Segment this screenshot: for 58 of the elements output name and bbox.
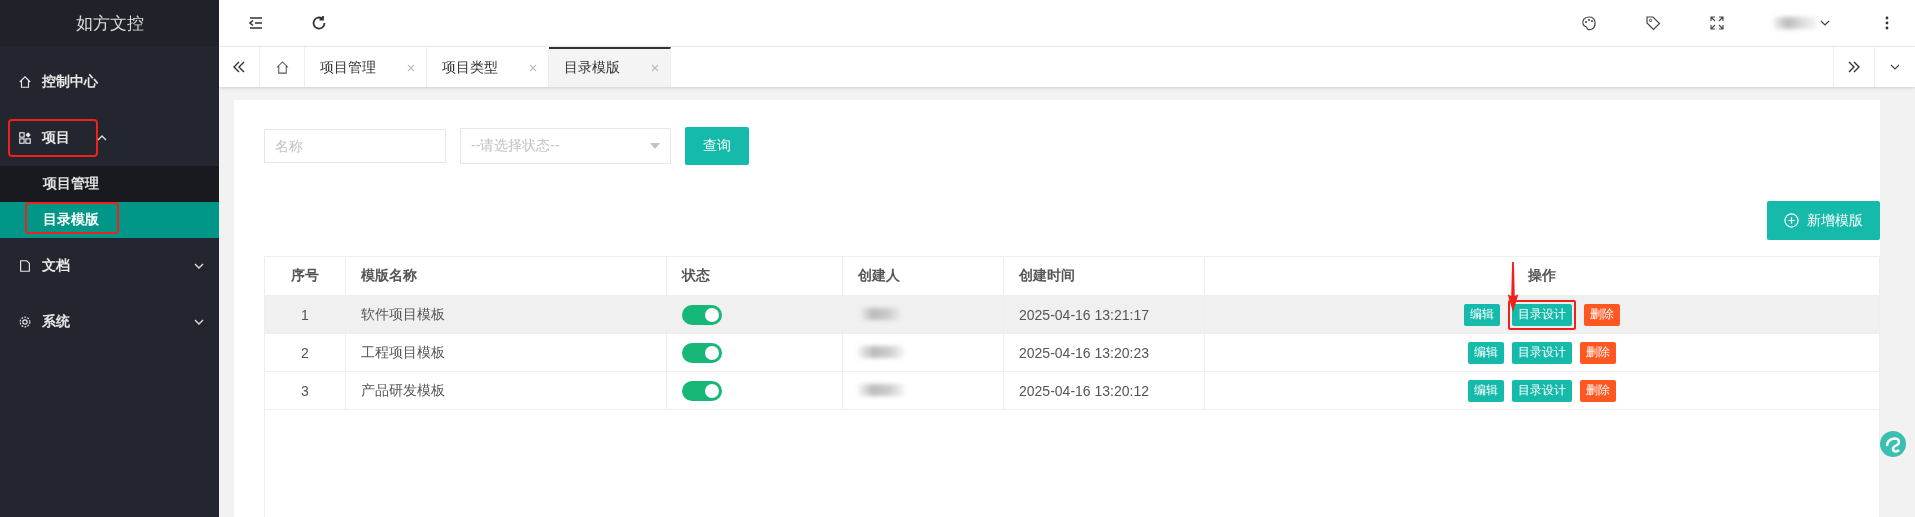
table-cell: 产品研发模板 bbox=[345, 371, 667, 410]
app-title: 如方文控 bbox=[75, 12, 144, 35]
design-button[interactable]: 目录设计 bbox=[1512, 341, 1572, 364]
sidebar-subitem[interactable]: 项目管理 bbox=[0, 166, 219, 202]
plus-circle-icon bbox=[1784, 213, 1799, 228]
table-cell: 2025-04-16 13:20:12 bbox=[1003, 371, 1205, 410]
palette-icon[interactable] bbox=[1581, 15, 1597, 31]
refresh-icon[interactable] bbox=[310, 14, 328, 32]
sidebar-item[interactable]: 系统 bbox=[0, 294, 219, 350]
blurred-creator bbox=[858, 345, 904, 358]
column-header: 创建人 bbox=[842, 256, 1004, 296]
table-cell: 软件项目模板 bbox=[345, 295, 667, 334]
delete-button[interactable]: 删除 bbox=[1580, 341, 1616, 364]
add-template-button[interactable]: 新增模版 bbox=[1767, 201, 1880, 240]
design-button[interactable]: 目录设计 bbox=[1512, 303, 1572, 326]
sidebar-item[interactable]: 文档 bbox=[0, 238, 219, 294]
blurred-username bbox=[1773, 17, 1817, 29]
table-cell: 3 bbox=[264, 371, 346, 410]
table-cell: 2025-04-16 13:21:17 bbox=[1003, 295, 1205, 334]
column-header: 模版名称 bbox=[345, 256, 667, 296]
tag-icon[interactable] bbox=[1645, 15, 1661, 31]
double-left-icon[interactable] bbox=[232, 60, 246, 74]
blurred-creator bbox=[858, 383, 904, 396]
double-right-icon[interactable] bbox=[1847, 60, 1861, 74]
status-toggle[interactable] bbox=[682, 380, 722, 401]
table-cell: 1 bbox=[264, 295, 346, 334]
home-icon bbox=[18, 75, 32, 89]
status-select[interactable]: --请选择状态-- bbox=[460, 128, 671, 164]
delete-button[interactable]: 删除 bbox=[1580, 379, 1616, 402]
table-cell: 工程项目模板 bbox=[345, 333, 667, 372]
column-header: 创建时间 bbox=[1003, 256, 1205, 296]
column-header: 操作 bbox=[1204, 256, 1880, 296]
gear-icon bbox=[18, 315, 32, 329]
status-toggle[interactable] bbox=[682, 304, 722, 325]
search-button[interactable]: 查询 bbox=[685, 127, 749, 165]
tab[interactable]: 目录模版 bbox=[549, 47, 671, 87]
tab[interactable]: 项目管理 bbox=[305, 47, 427, 87]
grid-icon bbox=[18, 131, 32, 145]
dropdown-icon bbox=[650, 143, 660, 149]
home-icon[interactable] bbox=[274, 59, 290, 75]
column-header: 状态 bbox=[666, 256, 843, 296]
column-header: 序号 bbox=[264, 256, 346, 296]
edit-button[interactable]: 编辑 bbox=[1464, 303, 1500, 326]
sidebar-item[interactable]: 项目 bbox=[0, 110, 219, 166]
fullscreen-icon[interactable] bbox=[1709, 15, 1725, 31]
edit-button[interactable]: 编辑 bbox=[1468, 341, 1504, 364]
sidebar-item[interactable]: 控制中心 bbox=[0, 54, 219, 110]
delete-button[interactable]: 删除 bbox=[1584, 303, 1620, 326]
document-icon bbox=[18, 259, 32, 273]
design-button[interactable]: 目录设计 bbox=[1512, 379, 1572, 402]
table-cell: 2 bbox=[264, 333, 346, 372]
blurred-creator bbox=[858, 307, 904, 320]
menu-icon[interactable] bbox=[247, 14, 265, 32]
status-toggle[interactable] bbox=[682, 342, 722, 363]
table-cell: 2025-04-16 13:20:23 bbox=[1003, 333, 1205, 372]
sidebar-subitem[interactable]: 目录模版 bbox=[0, 202, 219, 238]
edit-button[interactable]: 编辑 bbox=[1468, 379, 1504, 402]
name-field[interactable]: 名称 bbox=[264, 129, 446, 163]
